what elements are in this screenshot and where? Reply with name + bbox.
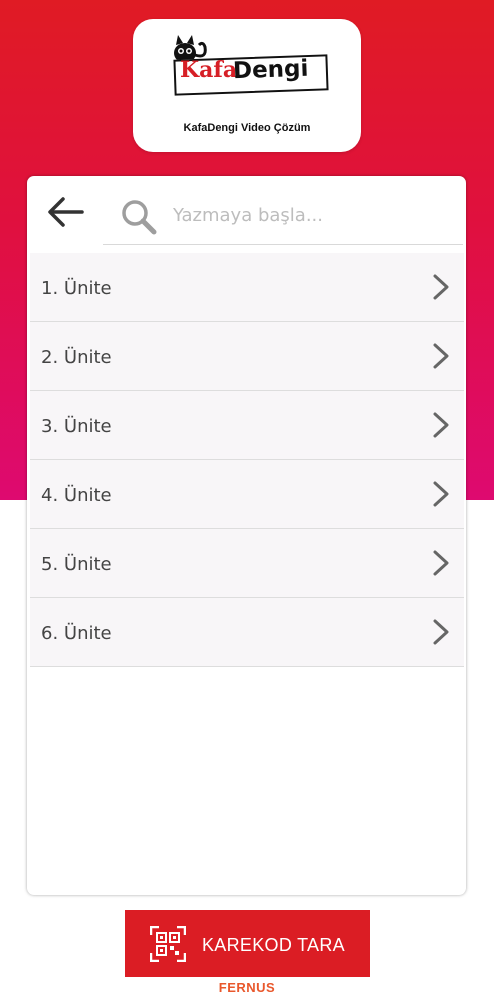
chevron-right-icon xyxy=(433,619,449,645)
chevron-right-icon xyxy=(433,481,449,507)
screen: Kafa Dengi KafaDengi Video Çözüm 1. Ünit… xyxy=(0,0,494,1000)
back-button[interactable] xyxy=(45,192,85,232)
logo-card: Kafa Dengi KafaDengi Video Çözüm xyxy=(133,19,361,152)
search-bar xyxy=(103,184,463,245)
scan-qr-label: KAREKOD TARA xyxy=(202,935,345,955)
qr-code-icon xyxy=(150,926,186,962)
unit-label: 3. Ünite xyxy=(41,416,112,437)
units-panel: 1. Ünite 2. Ünite 3. Ünite 4. Ünite 5. Ü… xyxy=(27,176,466,895)
unit-list-item-2[interactable]: 2. Ünite xyxy=(30,322,464,391)
unit-list-item-4[interactable]: 4. Ünite xyxy=(30,460,464,529)
search-input[interactable] xyxy=(171,198,455,232)
chevron-right-icon xyxy=(433,412,449,438)
logo-kafa-text: Kafa xyxy=(180,57,238,83)
chevron-right-icon xyxy=(433,343,449,369)
scan-qr-button[interactable]: KAREKOD TARA xyxy=(125,910,370,977)
unit-list-item-5[interactable]: 5. Ünite xyxy=(30,529,464,598)
unit-label: 1. Ünite xyxy=(41,278,112,299)
logo-caption: KafaDengi Video Çözüm xyxy=(183,122,311,134)
unit-label: 2. Ünite xyxy=(41,347,112,368)
unit-list-item-1[interactable]: 1. Ünite xyxy=(30,253,464,322)
arrow-left-icon xyxy=(48,197,84,227)
chevron-right-icon xyxy=(433,550,449,576)
unit-label: 6. Ünite xyxy=(41,623,112,644)
search-icon xyxy=(122,200,157,235)
logo-dengi-text: Dengi xyxy=(232,55,309,85)
unit-list-item-3[interactable]: 3. Ünite xyxy=(30,391,464,460)
unit-label: 5. Ünite xyxy=(41,554,112,575)
chevron-right-icon xyxy=(433,274,449,300)
unit-label: 4. Ünite xyxy=(41,485,112,506)
unit-list: 1. Ünite 2. Ünite 3. Ünite 4. Ünite 5. Ü… xyxy=(30,253,464,667)
unit-list-item-6[interactable]: 6. Ünite xyxy=(30,598,464,667)
brand-logo: FERNUS xyxy=(218,980,276,995)
